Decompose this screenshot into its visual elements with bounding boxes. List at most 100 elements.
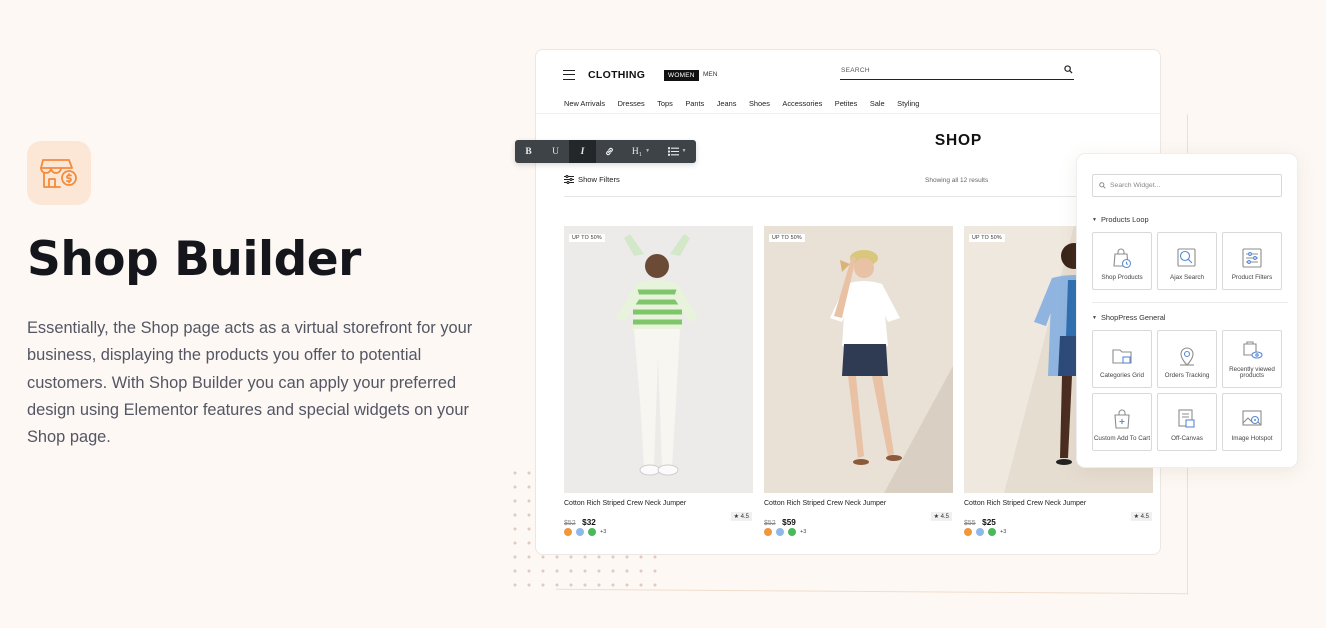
product-image[interactable]: UP TO 50%: [564, 226, 753, 493]
price-row: $52 $59 ★ 4.5: [764, 512, 953, 527]
price-row: $55 $25 ★ 4.5: [964, 512, 1153, 527]
nav-item-jeans[interactable]: Jeans: [717, 99, 737, 108]
shop-builder-icon-tile: [27, 141, 91, 205]
categories-grid-icon: [1112, 349, 1132, 364]
filter-sliders-icon: [1242, 248, 1262, 268]
filter-sliders-icon: [564, 175, 574, 184]
hamburger-menu-icon[interactable]: [563, 70, 575, 80]
nav-item-tops[interactable]: Tops: [657, 99, 673, 108]
product-card[interactable]: UP TO 50% Cotton Rich Striped Crew Neck …: [564, 226, 753, 536]
shop-brand[interactable]: CLOTHING: [588, 69, 645, 81]
rating-badge: ★ 4.5: [1130, 512, 1152, 521]
widget-product-filters[interactable]: Product Filters: [1222, 232, 1282, 290]
show-filters-label: Show Filters: [578, 175, 620, 184]
current-price: $32: [582, 518, 596, 527]
discount-badge: UP TO 50%: [569, 234, 605, 242]
color-swatch-green[interactable]: [988, 528, 996, 536]
category-nav: New Arrivals Dresses Tops Pants Jeans Sh…: [564, 99, 919, 108]
section-divider: [1092, 302, 1288, 303]
shop-search-input[interactable]: SEARCH: [840, 65, 1074, 80]
location-pin-icon: [1180, 347, 1194, 367]
list-icon: [667, 147, 679, 156]
heading-dropdown[interactable]: H₁ ▼: [623, 140, 659, 163]
shopping-bag-icon: [1113, 248, 1132, 269]
filters-divider: [564, 196, 1124, 197]
link-button[interactable]: [596, 140, 623, 163]
more-colors-count[interactable]: +3: [600, 529, 606, 535]
image-hotspot-icon: [1242, 410, 1262, 426]
widget-ajax-search[interactable]: Ajax Search: [1157, 232, 1217, 290]
gender-tab-men[interactable]: MEN: [703, 71, 717, 78]
color-swatches: +3: [964, 528, 1153, 536]
heading-label: H₁: [631, 146, 643, 157]
current-price: $59: [782, 518, 796, 527]
color-swatch-blue[interactable]: [576, 528, 584, 536]
widget-shop-products[interactable]: Shop Products: [1092, 232, 1152, 290]
nav-item-petites[interactable]: Petites: [835, 99, 858, 108]
nav-item-styling[interactable]: Styling: [897, 99, 919, 108]
color-swatch-orange[interactable]: [564, 528, 572, 536]
search-icon: [1099, 182, 1106, 189]
old-price: $52: [764, 520, 776, 527]
nav-item-shoes[interactable]: Shoes: [749, 99, 770, 108]
gender-tab-women[interactable]: WOMEN: [664, 70, 699, 81]
shop-header: CLOTHING WOMEN MEN SEARCH New Arrivals D…: [536, 50, 1160, 114]
color-swatch-orange[interactable]: [964, 528, 972, 536]
widget-recently-viewed-products[interactable]: Recently viewed products: [1222, 330, 1282, 388]
color-swatch-green[interactable]: [588, 528, 596, 536]
widget-custom-add-to-cart[interactable]: Custom Add To Cart: [1092, 393, 1152, 451]
shop-search-placeholder: SEARCH: [841, 67, 870, 74]
search-icon[interactable]: [1064, 65, 1073, 74]
widget-label: Image Hotspot: [1231, 435, 1273, 443]
shoppress-general-widgets: Categories Grid Orders Tracking Recently…: [1092, 330, 1282, 451]
more-colors-count[interactable]: +3: [800, 529, 806, 535]
nav-item-accessories[interactable]: Accessories: [782, 99, 822, 108]
widget-categories-grid[interactable]: Categories Grid: [1092, 330, 1152, 388]
nav-item-sale[interactable]: Sale: [870, 99, 885, 108]
widget-orders-tracking[interactable]: Orders Tracking: [1157, 330, 1217, 388]
discount-badge: UP TO 50%: [769, 234, 805, 242]
result-count: Showing all 12 results: [925, 177, 989, 184]
section-toggle-shoppress-general[interactable]: ▼ ShopPress General: [1092, 313, 1165, 322]
storefront-dollar-icon: [40, 159, 77, 188]
section-title: ShopPress General: [1100, 313, 1166, 322]
link-icon: [606, 147, 613, 156]
italic-button[interactable]: I: [569, 140, 596, 163]
color-swatch-green[interactable]: [788, 528, 796, 536]
color-swatch-blue[interactable]: [776, 528, 784, 536]
nav-item-pants[interactable]: Pants: [685, 99, 704, 108]
product-name[interactable]: Cotton Rich Striped Crew Neck Jumper: [964, 500, 1153, 507]
color-swatches: +3: [564, 528, 753, 536]
widget-image-hotspot[interactable]: Image Hotspot: [1222, 393, 1282, 451]
list-dropdown[interactable]: ▼: [659, 140, 695, 163]
product-name[interactable]: Cotton Rich Striped Crew Neck Jumper: [764, 500, 953, 507]
color-swatch-blue[interactable]: [976, 528, 984, 536]
discount-badge: UP TO 50%: [969, 234, 1005, 242]
color-swatch-orange[interactable]: [764, 528, 772, 536]
color-swatches: +3: [764, 528, 953, 536]
widget-label: Recently viewed products: [1229, 365, 1275, 380]
caret-down-icon: ▼: [1092, 216, 1097, 223]
show-filters-button[interactable]: Show Filters: [564, 175, 620, 184]
widget-off-canvas[interactable]: Off-Canvas: [1157, 393, 1217, 451]
off-canvas-icon: [1178, 409, 1195, 428]
widget-search-input[interactable]: Search Widget...: [1092, 174, 1282, 197]
section-toggle-products-loop[interactable]: ▼ Products Loop: [1092, 215, 1149, 224]
current-price: $25: [982, 518, 996, 527]
underline-button[interactable]: U: [542, 140, 569, 163]
nav-item-new-arrivals[interactable]: New Arrivals: [564, 99, 605, 108]
product-name[interactable]: Cotton Rich Striped Crew Neck Jumper: [564, 500, 753, 507]
rating-badge: ★ 4.5: [930, 512, 952, 521]
text-format-toolbar: B U I H₁ ▼ ▼: [515, 140, 696, 163]
more-colors-count[interactable]: +3: [1000, 529, 1006, 535]
widget-panel: Search Widget... ▼ Products Loop Shop Pr…: [1076, 153, 1298, 468]
product-image[interactable]: UP TO 50%: [764, 226, 953, 493]
hero-description: Essentially, the Shop page acts as a vir…: [27, 319, 473, 447]
shop-page-preview: CLOTHING WOMEN MEN SEARCH New Arrivals D…: [535, 49, 1161, 555]
section-title: Products Loop: [1100, 215, 1149, 224]
nav-item-dresses[interactable]: Dresses: [618, 99, 645, 108]
widget-label: Off-Canvas: [1171, 435, 1203, 443]
bold-button[interactable]: B: [515, 140, 542, 163]
product-card[interactable]: UP TO 50% Cotton Rich Striped Crew Neck …: [764, 226, 953, 536]
widget-label: Custom Add To Cart: [1093, 435, 1151, 443]
